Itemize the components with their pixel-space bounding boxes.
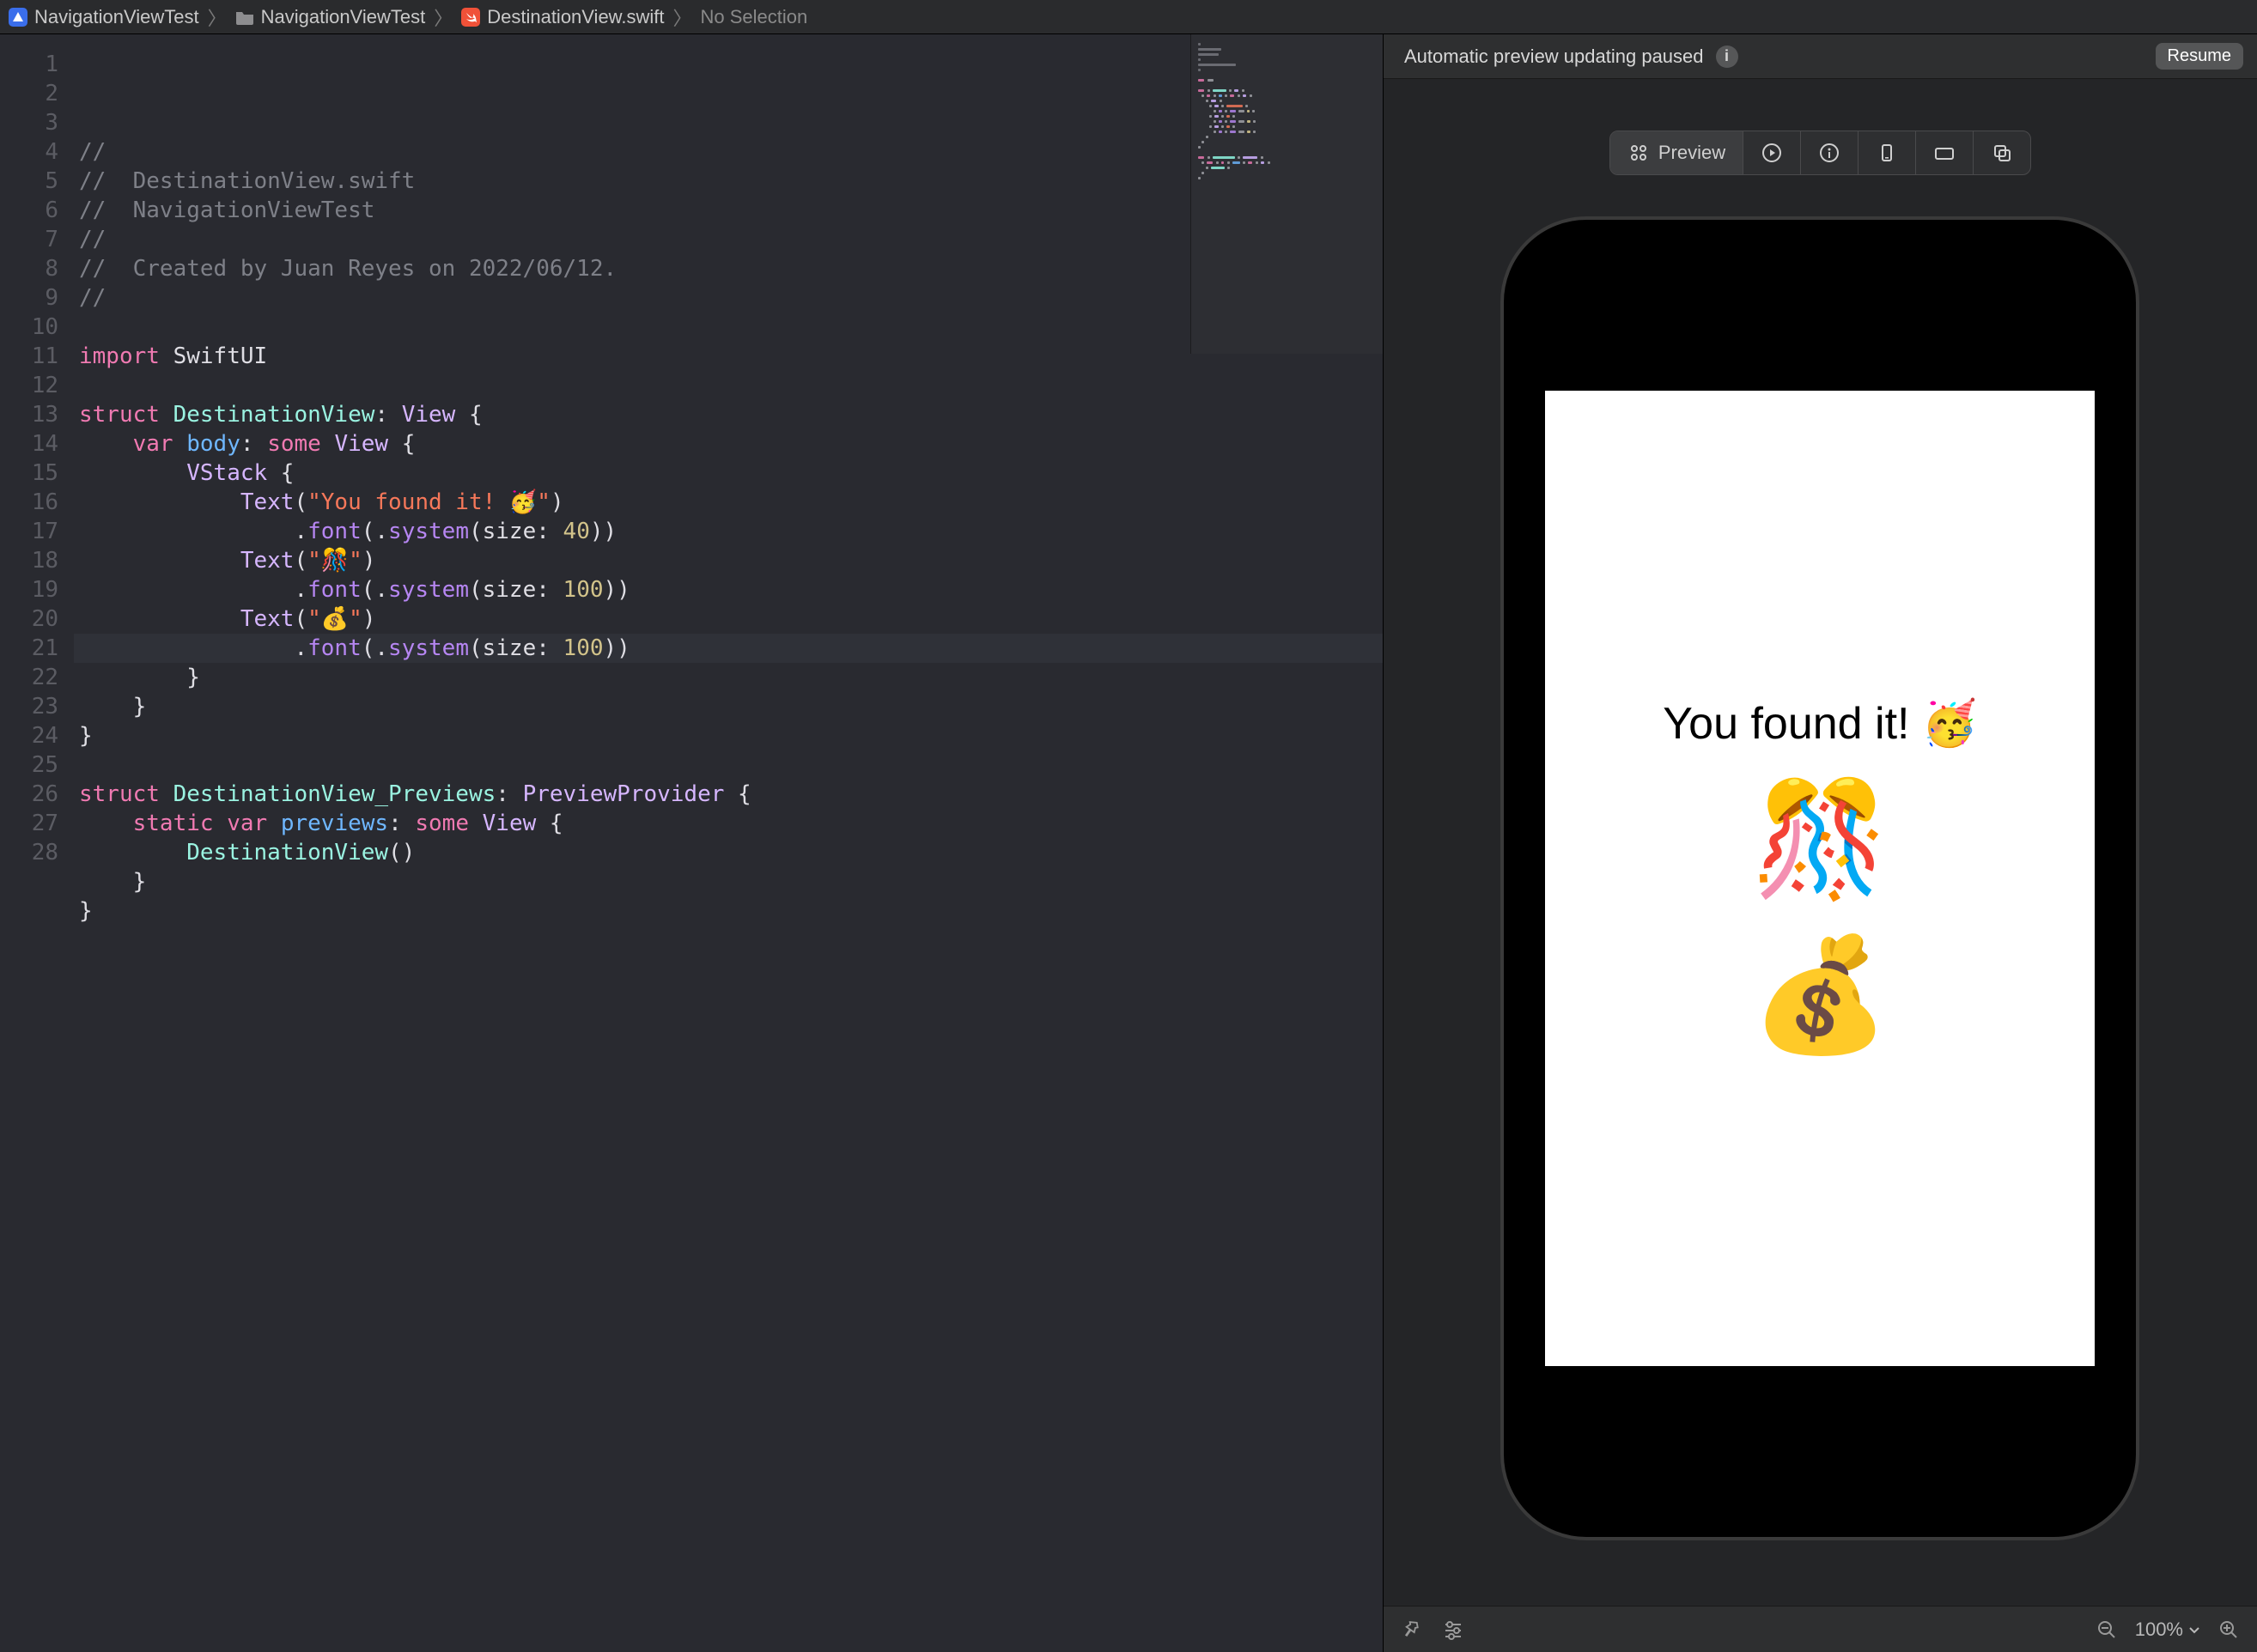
preview-canvas: Automatic preview updating paused i Resu… <box>1384 34 2257 1652</box>
zoom-dropdown[interactable]: 100% <box>2135 1619 2200 1641</box>
preview-mode-icon <box>1627 142 1650 164</box>
line-gutter: 1234567891011121314151617181920212223242… <box>0 34 74 1652</box>
chevron-down-icon <box>2188 1624 2200 1636</box>
code-line[interactable] <box>79 313 1383 342</box>
code-line[interactable]: // DestinationView.swift <box>79 167 1383 196</box>
code-line[interactable]: .font(.system(size: 40)) <box>79 517 1383 546</box>
code-line[interactable] <box>79 926 1383 955</box>
inspect-icon <box>1818 142 1840 164</box>
code-line[interactable]: } <box>79 867 1383 896</box>
code-line[interactable]: static var previews: some View { <box>79 809 1383 838</box>
code-line[interactable]: } <box>79 692 1383 721</box>
canvas-header: Automatic preview updating paused i Resu… <box>1384 34 2257 79</box>
zoom-value: 100% <box>2135 1619 2183 1641</box>
pin-icon[interactable] <box>1399 1617 1425 1643</box>
settings-list-icon[interactable] <box>1440 1617 1466 1643</box>
seg-preview[interactable]: Preview <box>1610 131 1743 174</box>
code-line[interactable]: .font(.system(size: 100)) <box>79 575 1383 604</box>
play-icon <box>1761 142 1783 164</box>
code-line[interactable]: struct DestinationView: View { <box>79 400 1383 429</box>
seg-device-portrait[interactable] <box>1859 131 1916 174</box>
breadcrumb-selection-label: No Selection <box>700 6 807 28</box>
breadcrumb-group[interactable]: NavigationViewTest <box>235 6 426 28</box>
code-line[interactable] <box>79 371 1383 400</box>
code-area[interactable]: //// DestinationView.swift// NavigationV… <box>74 34 1383 1652</box>
info-icon[interactable]: i <box>1716 46 1738 68</box>
device-portrait-icon <box>1876 142 1898 164</box>
breadcrumb: NavigationViewTest 〉 NavigationViewTest … <box>0 0 2257 34</box>
code-line[interactable]: } <box>79 896 1383 926</box>
device-screen[interactable]: You found it! 🥳 🎊 💰 <box>1545 391 2095 1366</box>
code-line[interactable]: // Created by Juan Reyes on 2022/06/12. <box>79 254 1383 283</box>
breadcrumb-group-label: NavigationViewTest <box>261 6 426 28</box>
code-line[interactable]: VStack { <box>79 459 1383 488</box>
zoom-in-icon[interactable] <box>2216 1617 2242 1643</box>
seg-device-landscape[interactable] <box>1916 131 1974 174</box>
minimap[interactable] <box>1190 34 1383 354</box>
code-line[interactable]: struct DestinationView_Previews: Preview… <box>79 780 1383 809</box>
code-line[interactable]: } <box>79 721 1383 750</box>
zoom-out-icon[interactable] <box>2094 1617 2120 1643</box>
code-line[interactable]: var body: some View { <box>79 429 1383 459</box>
chevron-right-icon: 〉 <box>672 3 691 31</box>
code-line[interactable]: Text("You found it! 🥳") <box>79 488 1383 517</box>
seg-inspect[interactable] <box>1801 131 1859 174</box>
preview-text-headline: You found it! 🥳 <box>1663 697 1977 750</box>
source-editor: 1234567891011121314151617181920212223242… <box>0 34 1384 1652</box>
swift-icon <box>461 8 480 27</box>
code-line[interactable]: // <box>79 137 1383 167</box>
code-line[interactable]: } <box>79 663 1383 692</box>
duplicate-icon <box>1991 142 2013 164</box>
device-landscape-icon <box>1933 142 1956 164</box>
code-line[interactable]: // <box>79 225 1383 254</box>
resume-button[interactable]: Resume <box>2156 43 2243 70</box>
seg-duplicate[interactable] <box>1974 131 2030 174</box>
breadcrumb-selection[interactable]: No Selection <box>700 6 807 28</box>
canvas-mode-segmented: Preview <box>1609 131 2031 175</box>
device-frame: You found it! 🥳 🎊 💰 <box>1500 216 2139 1540</box>
code-line[interactable]: Text("🎊") <box>79 546 1383 575</box>
chevron-right-icon: 〉 <box>434 3 453 31</box>
breadcrumb-project[interactable]: NavigationViewTest <box>9 6 199 28</box>
code-line[interactable] <box>79 750 1383 780</box>
canvas-status-label: Automatic preview updating paused <box>1404 46 1704 68</box>
preview-text-moneybag: 💰 <box>1751 929 1890 1060</box>
code-line[interactable]: import SwiftUI <box>79 342 1383 371</box>
code-line[interactable]: Text("💰") <box>79 604 1383 634</box>
seg-preview-label: Preview <box>1658 142 1725 164</box>
breadcrumb-file[interactable]: DestinationView.swift <box>461 6 664 28</box>
preview-text-confetti: 🎊 <box>1751 774 1890 905</box>
breadcrumb-project-label: NavigationViewTest <box>34 6 199 28</box>
seg-live[interactable] <box>1743 131 1801 174</box>
app-icon <box>9 8 27 27</box>
folder-icon <box>235 9 254 25</box>
chevron-right-icon: 〉 <box>208 3 227 31</box>
code-line[interactable]: DestinationView() <box>79 838 1383 867</box>
code-line[interactable]: // <box>79 283 1383 313</box>
code-line[interactable]: // NavigationViewTest <box>79 196 1383 225</box>
breadcrumb-file-label: DestinationView.swift <box>487 6 664 28</box>
canvas-footer: 100% <box>1384 1606 2257 1652</box>
